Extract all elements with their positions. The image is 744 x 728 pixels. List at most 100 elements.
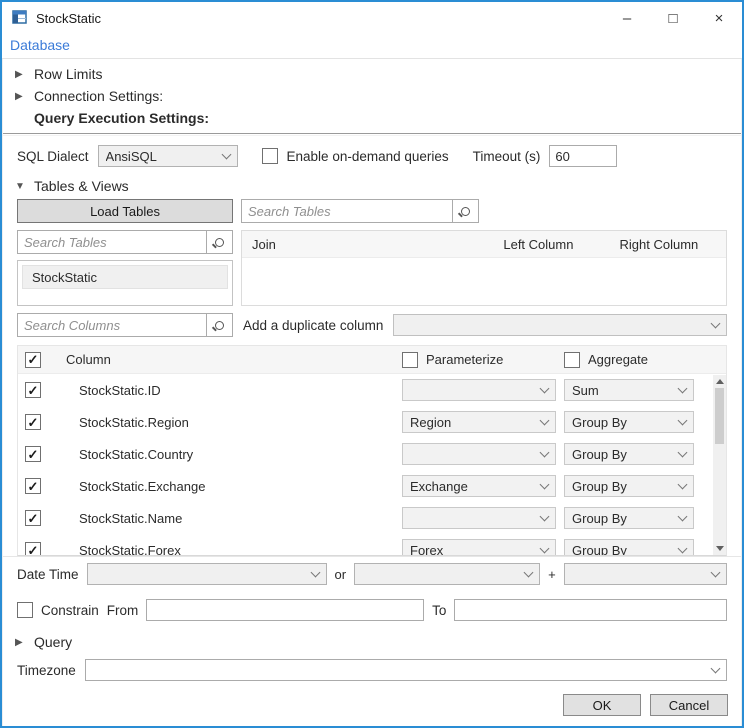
query-execution-settings-heading: Query Execution Settings: [3, 107, 741, 129]
load-tables-button[interactable]: Load Tables [17, 199, 233, 223]
chevron-down-icon [540, 383, 550, 393]
column-row: ✓ StockStatic.Exchange Exchange Group By [18, 470, 712, 502]
aggregate-dropdown[interactable]: Group By [564, 475, 694, 497]
tables-list-panel: StockStatic [17, 230, 233, 306]
join-table-body[interactable] [242, 258, 726, 305]
or-label: or [335, 567, 347, 582]
from-label: From [107, 603, 139, 618]
constrain-checkbox[interactable] [17, 602, 33, 618]
search-columns-box [17, 313, 233, 337]
search-tables-input-left[interactable] [18, 231, 206, 253]
parameterize-dropdown[interactable]: Region [402, 411, 556, 433]
column-checkbox[interactable]: ✓ [25, 446, 41, 462]
column-checkbox[interactable]: ✓ [25, 510, 41, 526]
constrain-row: Constrain From To [17, 599, 727, 621]
aggregate-dropdown[interactable]: Group By [564, 507, 694, 529]
parameterize-dropdown[interactable] [402, 507, 556, 529]
column-header-label: Column [66, 352, 402, 367]
constrain-label: Constrain [41, 603, 99, 618]
aggregate-dropdown[interactable]: Group By [564, 443, 694, 465]
close-button[interactable]: × [696, 2, 742, 34]
on-demand-checkbox[interactable] [262, 148, 278, 164]
column-checkbox[interactable]: ✓ [25, 542, 41, 555]
column-row: ✓ StockStatic.Name Group By [18, 502, 712, 534]
column-checkbox[interactable]: ✓ [25, 382, 41, 398]
search-icon [215, 238, 224, 247]
timezone-row: Timezone [17, 659, 727, 681]
window-controls: – □ × [604, 2, 742, 34]
minimize-button[interactable]: – [604, 2, 650, 34]
expander-expanded-icon: ▼ [15, 181, 25, 192]
maximize-button[interactable]: □ [650, 2, 696, 34]
datetime-dropdown-1[interactable] [87, 563, 327, 585]
constrain-to-input[interactable] [454, 599, 727, 621]
datetime-dropdown-2[interactable] [354, 563, 540, 585]
search-button[interactable] [206, 231, 232, 253]
tables-join-section: StockStatic Join Left Column Right Colum… [17, 230, 727, 306]
vertical-scrollbar[interactable] [713, 375, 726, 555]
columns-table-header: ✓ Column Parameterize Aggregate [18, 346, 726, 374]
search-tables-box-left [17, 230, 233, 254]
aggregate-dropdown[interactable]: Sum [564, 379, 694, 401]
chevron-down-icon [540, 415, 550, 425]
parameterize-header-label: Parameterize [426, 352, 503, 367]
scrollbar-thumb[interactable] [715, 388, 724, 444]
datetime-label: Date Time [17, 567, 79, 582]
window-title: StockStatic [36, 11, 101, 26]
add-duplicate-dropdown[interactable] [393, 314, 727, 336]
search-icon [461, 207, 470, 216]
search-tables-box-top [241, 199, 479, 223]
chevron-down-icon [711, 318, 721, 328]
column-name: StockStatic.Exchange [66, 479, 402, 494]
table-list-item[interactable]: StockStatic [22, 265, 228, 289]
sql-dialect-dropdown[interactable]: AnsiSQL [98, 145, 238, 167]
aggregate-header-label: Aggregate [588, 352, 648, 367]
expander-row-limits[interactable]: ▶ Row Limits [3, 63, 741, 85]
timezone-label: Timezone [17, 663, 76, 678]
datetime-row: Date Time or + [3, 556, 741, 591]
column-checkbox[interactable]: ✓ [25, 414, 41, 430]
column-checkbox[interactable]: ✓ [25, 478, 41, 494]
parameterize-dropdown[interactable]: Forex [402, 539, 556, 555]
parameterize-dropdown[interactable] [402, 379, 556, 401]
search-button[interactable] [206, 314, 232, 336]
aggregate-dropdown[interactable]: Group By [564, 539, 694, 555]
scroll-up-icon[interactable] [716, 379, 724, 384]
search-columns-input[interactable] [18, 314, 206, 336]
on-demand-label: Enable on-demand queries [287, 149, 449, 164]
chevron-down-icon [678, 511, 688, 521]
expander-collapsed-icon: ▶ [15, 91, 25, 102]
column-name: StockStatic.Country [66, 447, 402, 462]
parameterize-header-checkbox[interactable] [402, 352, 418, 368]
stockstatic-dialog: StockStatic – □ × Database ▶ Row Limits … [0, 0, 744, 728]
join-header-join: Join [242, 237, 503, 252]
column-row: ✓ StockStatic.Region Region Group By [18, 406, 712, 438]
aggregate-dropdown[interactable]: Group By [564, 411, 694, 433]
parameterize-dropdown[interactable]: Exchange [402, 475, 556, 497]
query-label: Query [34, 634, 72, 650]
select-all-checkbox[interactable]: ✓ [25, 352, 41, 368]
column-name: StockStatic.Forex [66, 543, 402, 556]
chevron-down-icon [540, 511, 550, 521]
connection-settings-label: Connection Settings: [34, 88, 163, 104]
timeout-input[interactable] [549, 145, 617, 167]
search-button[interactable] [452, 200, 478, 222]
tables-toolbar: Load Tables [17, 199, 727, 223]
menu-database[interactable]: Database [10, 37, 70, 53]
cancel-button[interactable]: Cancel [650, 694, 728, 716]
search-tables-input-top[interactable] [242, 200, 452, 222]
ok-button[interactable]: OK [563, 694, 641, 716]
timezone-dropdown[interactable] [85, 659, 727, 681]
join-header-right-column: Right Column [620, 237, 726, 252]
expander-tables-views[interactable]: ▼ Tables & Views [3, 175, 741, 197]
scroll-down-icon[interactable] [716, 546, 724, 551]
aggregate-header-checkbox[interactable] [564, 352, 580, 368]
datetime-dropdown-3[interactable] [564, 563, 727, 585]
expander-query[interactable]: ▶ Query [3, 631, 741, 653]
expander-collapsed-icon: ▶ [15, 637, 25, 648]
constrain-from-input[interactable] [146, 599, 424, 621]
parameterize-dropdown[interactable] [402, 443, 556, 465]
chevron-down-icon [540, 479, 550, 489]
expander-connection-settings[interactable]: ▶ Connection Settings: [3, 85, 741, 107]
chevron-down-icon [711, 663, 721, 673]
